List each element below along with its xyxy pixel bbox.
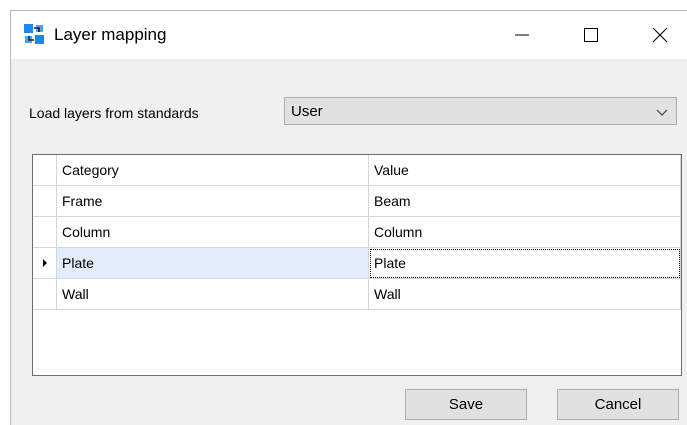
row-header[interactable]: [33, 248, 57, 279]
value-cell[interactable]: Wall: [369, 279, 681, 310]
minimize-button[interactable]: [499, 11, 545, 59]
value-cell[interactable]: Beam: [369, 186, 681, 217]
maximize-icon: [584, 28, 598, 42]
chevron-down-icon: [656, 109, 668, 116]
save-button[interactable]: Save: [405, 389, 527, 420]
category-cell[interactable]: Plate: [57, 248, 369, 279]
window-title: Layer mapping: [54, 25, 167, 44]
close-button[interactable]: [637, 11, 683, 59]
table-row-selected[interactable]: Plate Plate: [33, 248, 681, 279]
column-header-category[interactable]: Category: [57, 155, 369, 186]
layer-mapping-grid[interactable]: Category Value Frame Beam Column Column …: [32, 154, 682, 376]
table-row[interactable]: Wall Wall: [33, 279, 681, 310]
row-header[interactable]: [33, 186, 57, 217]
maximize-button[interactable]: [568, 11, 614, 59]
cancel-button[interactable]: Cancel: [557, 389, 679, 420]
grid-empty-area: [33, 310, 681, 375]
value-cell[interactable]: Plate: [369, 248, 681, 279]
column-header-value[interactable]: Value: [369, 155, 681, 186]
grid-header-row: Category Value: [33, 155, 681, 186]
minimize-icon: [515, 34, 529, 36]
category-cell[interactable]: Column: [57, 217, 369, 248]
category-cell[interactable]: Frame: [57, 186, 369, 217]
table-row[interactable]: Column Column: [33, 217, 681, 248]
title-bar[interactable]: Layer mapping: [11, 11, 687, 59]
table-row[interactable]: Frame Beam: [33, 186, 681, 217]
category-cell[interactable]: Wall: [57, 279, 369, 310]
value-cell[interactable]: Column: [369, 217, 681, 248]
close-icon: [652, 27, 668, 43]
current-row-indicator-icon: [42, 259, 47, 267]
standards-dropdown[interactable]: User: [284, 97, 677, 125]
layer-mapping-app-icon: [24, 24, 44, 44]
row-header[interactable]: [33, 217, 57, 248]
standards-label: Load layers from standards: [29, 105, 199, 121]
standards-selected-value: User: [291, 103, 323, 120]
layer-mapping-dialog: Layer mapping Load layers from standards…: [10, 10, 687, 425]
row-header[interactable]: [33, 279, 57, 310]
grid-corner-header: [33, 155, 57, 186]
